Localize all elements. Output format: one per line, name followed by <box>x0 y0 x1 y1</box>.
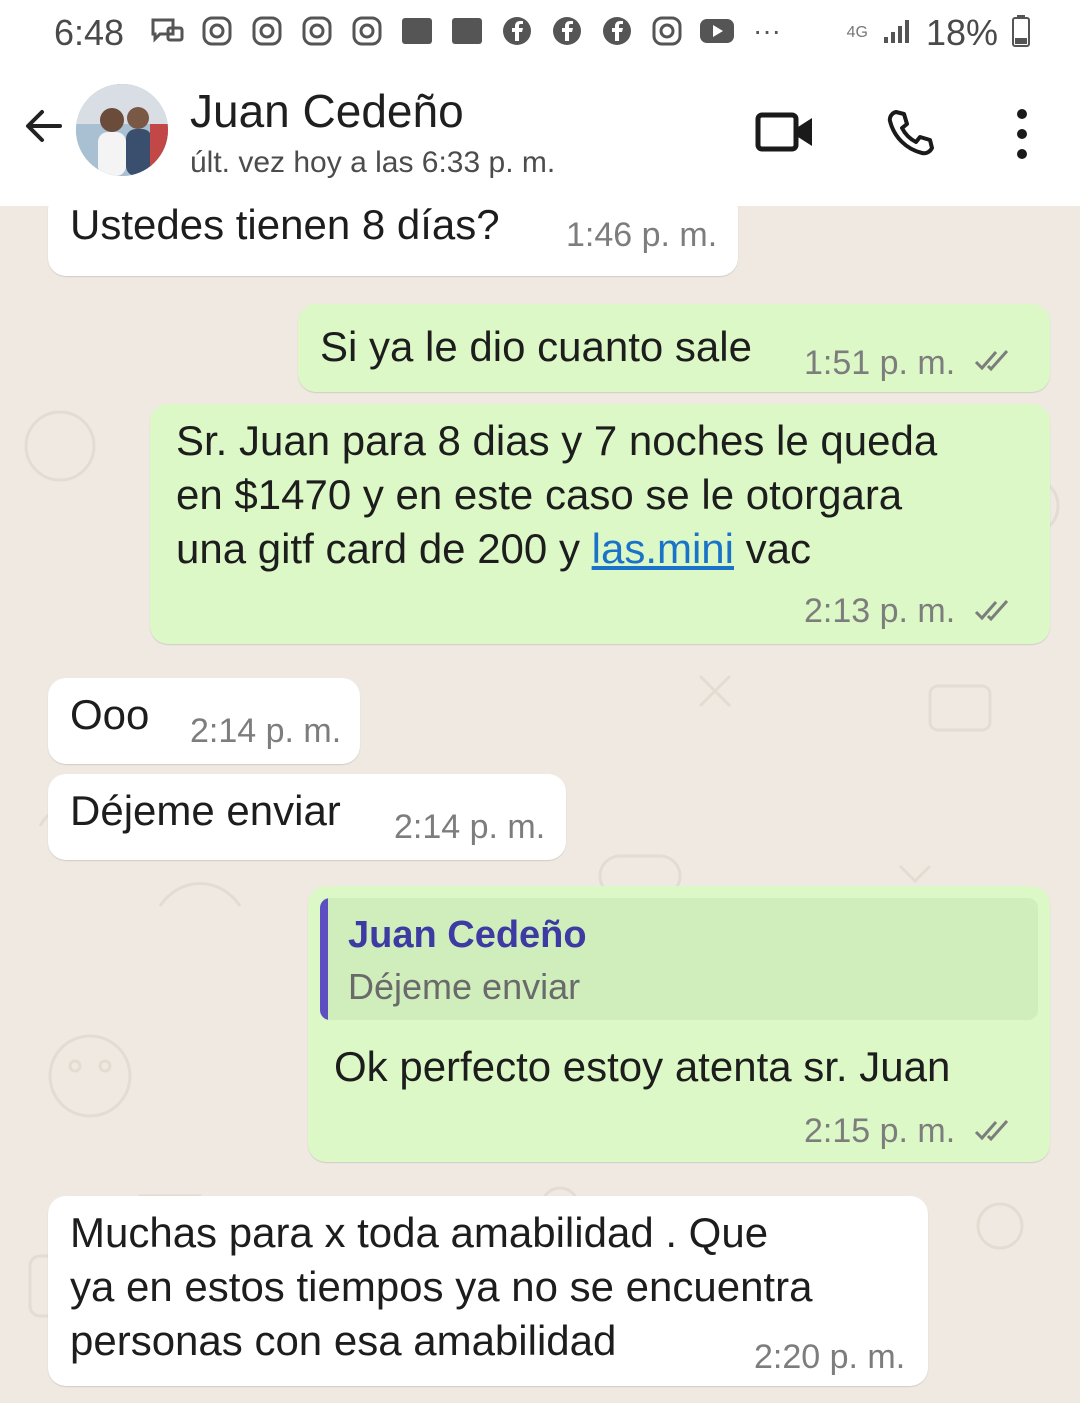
avatar[interactable] <box>76 84 168 176</box>
quoted-message[interactable]: Juan Cedeño Déjeme enviar <box>320 898 1038 1020</box>
instagram-icon <box>198 14 236 48</box>
chat-area[interactable]: Ustedes tienen 8 días? 1:46 p. m. Si ya … <box>0 206 1080 1403</box>
status-time: 6:48 <box>54 12 125 53</box>
more-options-icon[interactable] <box>1004 104 1040 164</box>
message-incoming[interactable]: Ooo 2:14 p. m. <box>48 678 360 764</box>
notification-icons: ··· <box>148 14 786 48</box>
read-receipt-icon <box>972 346 1016 374</box>
status-bar: 6:48 ··· 4G 18% <box>0 0 1080 62</box>
message-incoming[interactable]: Déjeme enviar 2:14 p. m. <box>48 774 566 860</box>
message-text: Ustedes tienen 8 días? <box>70 206 500 248</box>
message-text-line: Sr. Juan para 8 dias y 7 noches le queda <box>176 417 938 464</box>
message-text-fragment: vac <box>734 525 812 572</box>
contact-name[interactable]: Juan Cedeño <box>190 84 464 138</box>
quoted-text: Déjeme enviar <box>348 966 581 1007</box>
message-outgoing[interactable]: Si ya le dio cuanto sale 1:51 p. m. <box>298 304 1050 392</box>
quoted-author: Juan Cedeño <box>348 914 587 956</box>
message-text: Ok perfecto estoy atenta sr. Juan <box>334 1043 951 1090</box>
instagram-icon <box>298 14 336 48</box>
instagram-icon <box>348 14 386 48</box>
message-time: 2:13 p. m. <box>804 592 956 630</box>
chat-header: Juan Cedeño últ. vez hoy a las 6:33 p. m… <box>0 62 1080 206</box>
youtube-icon <box>698 14 736 48</box>
app-icon <box>448 14 486 48</box>
quote-accent-bar <box>320 898 328 1020</box>
battery-icon <box>1012 14 1030 52</box>
message-time: 2:14 p. m. <box>190 712 342 750</box>
battery-percent: 18% <box>925 12 998 53</box>
message-text: Déjeme enviar <box>70 787 341 834</box>
message-text: Ooo <box>70 691 150 738</box>
video-call-icon[interactable] <box>755 110 815 154</box>
read-receipt-icon <box>972 1116 1016 1144</box>
message-text-line: personas con esa amabilidad <box>70 1317 617 1364</box>
facebook-icon <box>548 14 586 48</box>
message-text-fragment: una gitf card de 200 y <box>176 525 592 572</box>
voice-call-icon[interactable] <box>882 106 938 162</box>
network-type: 4G <box>846 24 868 41</box>
message-text-line: en $1470 y en este caso se le otorgara <box>176 471 903 518</box>
message-link[interactable]: las.mini <box>592 525 734 572</box>
message-text-line: Muchas para x toda amabilidad . Que <box>70 1209 769 1256</box>
message-incoming[interactable]: Muchas para x toda amabilidad . Que ya e… <box>48 1196 928 1386</box>
more-notifications-icon: ··· <box>753 15 781 46</box>
message-time: 2:15 p. m. <box>804 1112 956 1150</box>
message-outgoing-reply[interactable]: Juan Cedeño Déjeme enviar Ok perfecto es… <box>308 886 1050 1162</box>
instagram-icon <box>248 14 286 48</box>
signal-icon <box>882 17 912 50</box>
message-text: Si ya le dio cuanto sale <box>320 323 752 370</box>
message-incoming[interactable]: Ustedes tienen 8 días? 1:46 p. m. <box>48 206 738 276</box>
message-text-line: ya en estos tiempos ya no se encuentra <box>70 1263 813 1310</box>
facebook-icon <box>598 14 636 48</box>
app-icon <box>398 14 436 48</box>
instagram-icon <box>648 14 686 48</box>
facebook-icon <box>498 14 536 48</box>
message-outgoing[interactable]: Sr. Juan para 8 dias y 7 noches le queda… <box>150 404 1050 644</box>
message-text-line: una gitf card de 200 y las.mini vac <box>176 522 811 576</box>
read-receipt-icon <box>972 596 1016 624</box>
message-time: 1:46 p. m. <box>566 216 718 254</box>
last-seen-status: últ. vez hoy a las 6:33 p. m. <box>190 146 556 179</box>
message-time: 2:20 p. m. <box>754 1338 906 1376</box>
message-time: 2:14 p. m. <box>394 808 546 846</box>
back-arrow-icon[interactable] <box>20 102 68 150</box>
message-icon <box>148 14 186 48</box>
message-time: 1:51 p. m. <box>804 344 956 382</box>
system-indicators: 4G 18% <box>847 12 1030 54</box>
